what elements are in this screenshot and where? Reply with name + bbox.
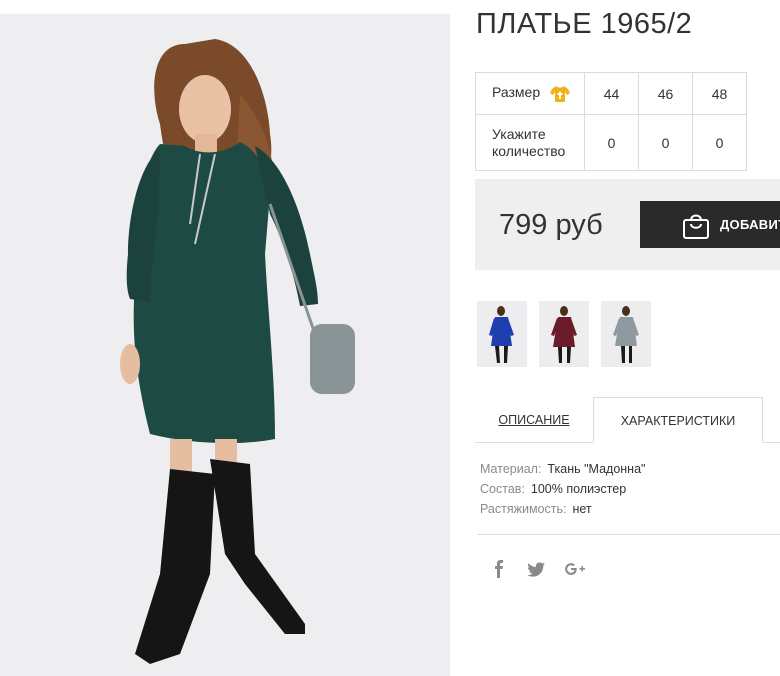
thumbnail-blue[interactable] (477, 301, 527, 367)
thumbnail-burgundy[interactable] (539, 301, 589, 367)
quantity-46[interactable]: 0 (638, 114, 693, 171)
thumbnail-grey[interactable] (601, 301, 651, 367)
quantity-48[interactable]: 0 (692, 114, 747, 171)
spec-row: Состав: 100% полиэстер (480, 479, 645, 499)
size-44: 44 (584, 72, 639, 115)
google-plus-icon[interactable] (564, 559, 586, 579)
add-to-cart-button[interactable]: ДОБАВИТЬ (640, 201, 780, 248)
quantity-label: Укажите количество (475, 114, 585, 171)
section-divider (477, 534, 780, 535)
tab-description[interactable]: ОПИСАНИЕ (475, 397, 593, 443)
quantity-44[interactable]: 0 (584, 114, 639, 171)
product-title: ПЛАТЬЕ 1965/2 (476, 8, 693, 40)
thumbnail-blue-image (489, 306, 514, 363)
model-illustration (120, 39, 355, 664)
product-tabs: ОПИСАНИЕ ХАРАКТЕРИСТИКИ (475, 397, 780, 443)
spec-key: Состав: (480, 482, 525, 496)
specs-list: Материал: Ткань "Мадонна" Состав: 100% пол… (480, 459, 645, 519)
tshirt-icon[interactable] (550, 85, 571, 103)
thumbnail-burgundy-image (551, 306, 577, 363)
tab-characteristics[interactable]: ХАРАКТЕРИСТИКИ (593, 397, 763, 443)
spec-key: Материал: (480, 462, 542, 476)
shopping-bag-icon (683, 214, 709, 239)
spec-value: Ткань "Мадонна" (547, 462, 646, 476)
spec-value: нет (572, 502, 592, 516)
spec-value: 100% полиэстер (530, 482, 627, 496)
thumbnail-grey-image (613, 306, 639, 363)
size-46: 46 (638, 72, 693, 115)
size-label: Размер (492, 84, 541, 101)
size-label-cell: Размер (475, 72, 585, 115)
spec-row: Растяжимость: нет (480, 499, 645, 519)
product-price: 799 руб (499, 209, 603, 241)
size-table: Размер 44 46 48 Укажите количество 0 0 0 (475, 72, 747, 171)
product-page: ПЛАТЬЕ 1965/2 Размер 44 46 48 Укажите ко… (0, 0, 780, 676)
spec-key: Растяжимость: (480, 502, 567, 516)
add-to-cart-label: ДОБАВИТЬ (720, 217, 780, 232)
facebook-icon[interactable] (490, 559, 510, 579)
twitter-icon[interactable] (526, 559, 546, 579)
spec-row: Материал: Ткань "Мадонна" (480, 459, 645, 479)
size-48: 48 (692, 72, 747, 115)
product-main-photo[interactable] (0, 14, 450, 676)
price-bar: 799 руб ДОБАВИТЬ (475, 179, 780, 270)
